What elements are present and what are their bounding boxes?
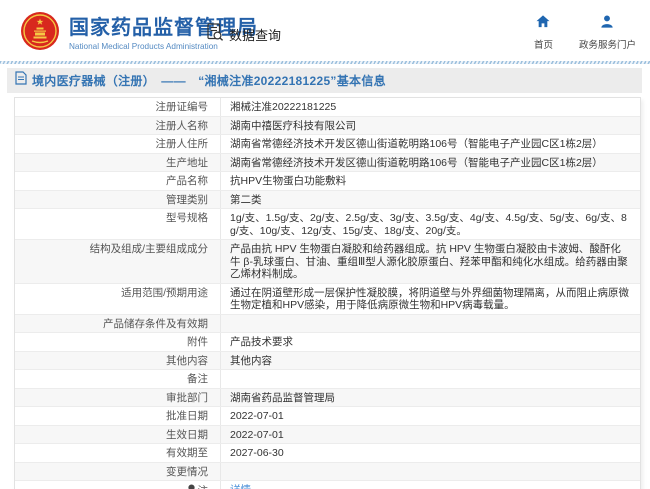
table-row: 生效日期2022-07-01	[15, 426, 640, 445]
header: 国家药品监督管理局 National Medical Products Admi…	[0, 0, 650, 62]
row-label: 产品名称	[15, 172, 221, 190]
row-value: 其他内容	[221, 352, 640, 370]
row-value: 抗HPV生物蛋白功能敷料	[221, 172, 640, 190]
nav-item-home[interactable]: 首页	[534, 15, 553, 51]
table-row: 备注	[15, 370, 640, 389]
table-row: 产品名称抗HPV生物蛋白功能敷料	[15, 172, 640, 191]
row-label: 附件	[15, 333, 221, 351]
row-label: 注册人住所	[15, 135, 221, 153]
home-icon	[536, 15, 550, 33]
nav-item-label: 政务服务门户	[579, 37, 636, 51]
info-table: 注册证编号湘械注准20222181225注册人名称湖南中禧医疗科技有限公司注册人…	[14, 97, 641, 489]
table-row: 注 详情	[15, 481, 640, 489]
row-value	[221, 463, 640, 481]
row-value	[221, 315, 640, 333]
row-value: 湖南中禧医疗科技有限公司	[221, 117, 640, 135]
nav-item-label: 首页	[534, 37, 553, 51]
row-label: 生效日期	[15, 426, 221, 444]
row-label: 产品储存条件及有效期	[15, 315, 221, 333]
nav-item-portal[interactable]: 政务服务门户	[579, 15, 636, 51]
row-value: 第二类	[221, 191, 640, 209]
data-query-icon	[207, 23, 224, 46]
row-value: 详情	[221, 481, 640, 489]
table-row: 审批部门湖南省药品监督管理局	[15, 389, 640, 408]
row-label: 结构及组成/主要组成成分	[15, 240, 221, 283]
row-label: 生产地址	[15, 154, 221, 172]
row-label: 适用范围/预期用途	[15, 284, 221, 314]
row-label: 审批部门	[15, 389, 221, 407]
note-icon	[187, 484, 196, 489]
row-label: 有效期至	[15, 444, 221, 462]
row-label: 备注	[15, 370, 221, 388]
row-value: 2022-07-01	[221, 407, 640, 425]
row-value: 湖南省常德经济技术开发区德山街道乾明路106号（智能电子产业园C区1栋2层）	[221, 135, 640, 153]
table-row: 结构及组成/主要组成成分产品由抗 HPV 生物蛋白凝胶和给药器组成。抗 HPV …	[15, 240, 640, 284]
table-row: 其他内容其他内容	[15, 352, 640, 371]
page-title: 境内医疗器械（注册） —— “湘械注准20222181225”基本信息	[32, 72, 386, 89]
user-icon	[600, 15, 614, 33]
row-value: 湖南省药品监督管理局	[221, 389, 640, 407]
table-row: 管理类别第二类	[15, 191, 640, 210]
data-query-label: 数据查询	[229, 25, 281, 44]
table-row: 变更情况	[15, 463, 640, 482]
row-label: 批准日期	[15, 407, 221, 425]
row-value: 2027-06-30	[221, 444, 640, 462]
table-row: 注册人住所湖南省常德经济技术开发区德山街道乾明路106号（智能电子产业园C区1栋…	[15, 135, 640, 154]
title-bar: 境内医疗器械（注册） —— “湘械注准20222181225”基本信息	[7, 68, 642, 93]
row-value: 产品由抗 HPV 生物蛋白凝胶和给药器组成。抗 HPV 生物蛋白凝胶由卡波姆、酸…	[221, 240, 640, 283]
table-row: 产品储存条件及有效期	[15, 315, 640, 334]
data-query-tab[interactable]: 数据查询	[207, 23, 281, 46]
table-row: 附件产品技术要求	[15, 333, 640, 352]
details-link[interactable]: 详情	[230, 484, 251, 489]
top-nav: 首页 政务服务门户	[534, 15, 636, 51]
document-icon	[15, 71, 27, 90]
row-value: 2022-07-01	[221, 426, 640, 444]
row-value: 通过在阴道壁形成一层保护性凝胶膜，将阴道壁与外界细菌物理隔离，从而阻止病原微生物…	[221, 284, 640, 314]
table-row: 适用范围/预期用途通过在阴道壁形成一层保护性凝胶膜，将阴道壁与外界细菌物理隔离，…	[15, 284, 640, 315]
row-label: 注册证编号	[15, 98, 221, 116]
table-row: 型号规格1g/支、1.5g/支、2g/支、2.5g/支、3g/支、3.5g/支、…	[15, 209, 640, 240]
row-label: 变更情况	[15, 463, 221, 481]
table-row: 注册证编号湘械注准20222181225	[15, 98, 640, 117]
row-value: 湘械注准20222181225	[221, 98, 640, 116]
table-row: 生产地址湖南省常德经济技术开发区德山街道乾明路106号（智能电子产业园C区1栋2…	[15, 154, 640, 173]
table-row: 有效期至2027-06-30	[15, 444, 640, 463]
header-separator	[0, 61, 650, 64]
row-label: 注	[15, 481, 221, 489]
row-value: 产品技术要求	[221, 333, 640, 351]
table-row: 批准日期2022-07-01	[15, 407, 640, 426]
table-row: 注册人名称湖南中禧医疗科技有限公司	[15, 117, 640, 136]
row-value: 1g/支、1.5g/支、2g/支、2.5g/支、3g/支、3.5g/支、4g/支…	[221, 209, 640, 239]
row-label: 型号规格	[15, 209, 221, 239]
national-emblem-icon	[20, 11, 60, 56]
row-label: 管理类别	[15, 191, 221, 209]
row-label: 注册人名称	[15, 117, 221, 135]
row-value	[221, 370, 640, 388]
row-label: 其他内容	[15, 352, 221, 370]
row-value: 湖南省常德经济技术开发区德山街道乾明路106号（智能电子产业园C区1栋2层）	[221, 154, 640, 172]
